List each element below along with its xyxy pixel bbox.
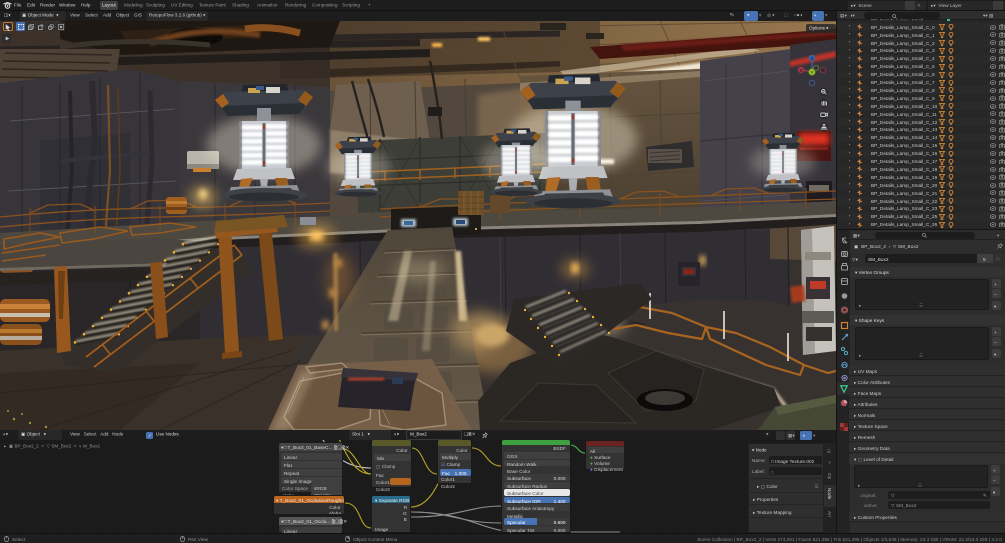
svg-text:Z: Z xyxy=(811,56,814,61)
svg-text:X: X xyxy=(799,68,802,73)
svg-text:Y: Y xyxy=(810,70,813,75)
